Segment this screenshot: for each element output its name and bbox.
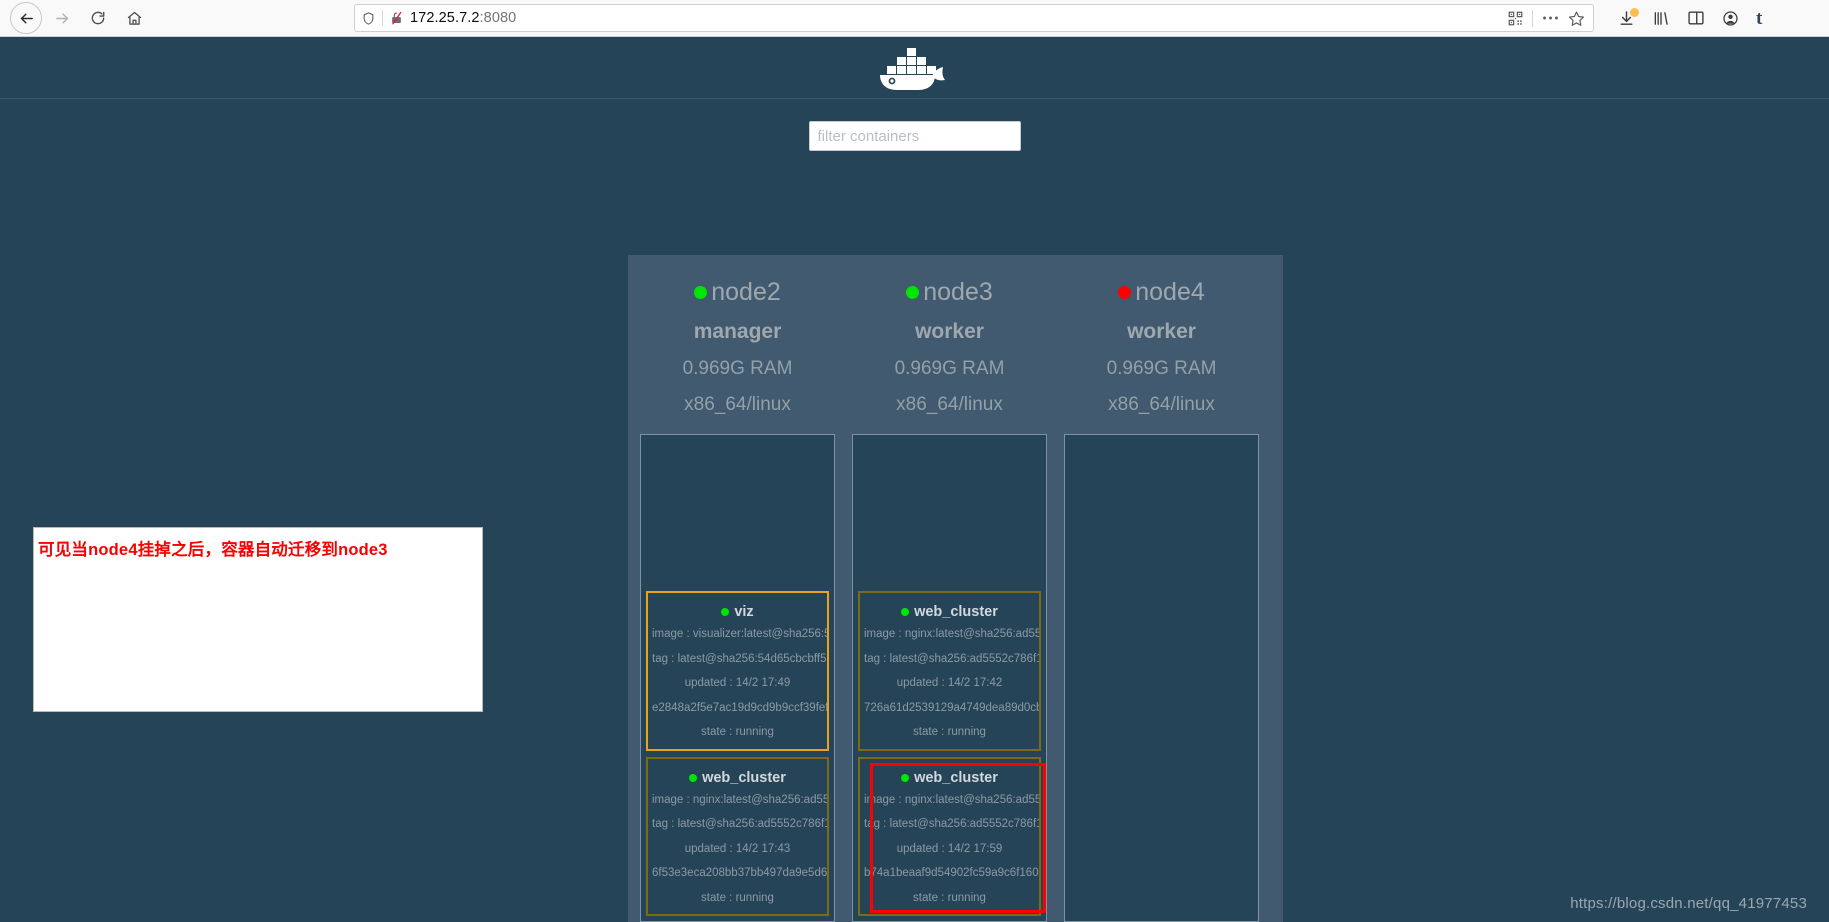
node-name-label: node4 <box>1135 277 1205 308</box>
account-icon[interactable] <box>1722 10 1739 27</box>
download-badge <box>1630 8 1639 17</box>
node-ram-label: 0.969G RAM <box>640 358 835 380</box>
container-updated-label: updated : 14/2 17:59 <box>864 844 1035 856</box>
container-name-label: viz <box>734 604 753 620</box>
qr-code-icon[interactable] <box>1508 11 1523 26</box>
reload-button[interactable] <box>82 2 114 34</box>
container-tag-label: tag : latest@sha256:ad5552c786f1 <box>864 654 1035 666</box>
shield-icon[interactable] <box>361 11 376 26</box>
url-icon-separator <box>1532 10 1533 27</box>
container-tag-label: tag : latest@sha256:54d65cbcbff52 <box>652 654 823 666</box>
swarm-dashboard: node2 manager 0.969G RAM x86_64/linux vi… <box>628 255 1283 922</box>
container-status-dot <box>901 774 909 782</box>
container-updated-label: updated : 14/2 17:42 <box>864 678 1035 690</box>
container-name-label: web_cluster <box>914 604 998 620</box>
downloads-icon[interactable] <box>1618 10 1635 27</box>
address-bar[interactable]: 172.25.7.2:8080 <box>354 4 1594 32</box>
browser-toolbar-right: t <box>1618 9 1766 28</box>
container-title-row: web_cluster <box>864 604 1035 620</box>
annotation-note-text: 可见当node4挂掉之后，容器自动迁移到node3 <box>34 528 482 560</box>
node-role-label: worker <box>852 320 1047 344</box>
node-ram-label: 0.969G RAM <box>852 358 1047 380</box>
container-card[interactable]: web_cluster image : nginx:latest@sha256:… <box>858 591 1041 751</box>
filter-containers-input[interactable] <box>809 121 1021 151</box>
node-status-dot <box>694 286 707 299</box>
node-role-label: worker <box>1064 320 1259 344</box>
url-separator <box>382 10 383 26</box>
container-name-label: web_cluster <box>702 770 786 786</box>
container-updated-label: updated : 14/2 17:43 <box>652 844 823 856</box>
node-name-label: node3 <box>923 277 993 308</box>
container-card[interactable]: web_cluster image : nginx:latest@sha256:… <box>646 757 829 917</box>
node-name-label: node2 <box>711 277 781 308</box>
node-container-list <box>1064 434 1259 922</box>
container-tag-label: tag : latest@sha256:ad5552c786f12 <box>652 819 823 831</box>
container-image-label: image : nginx:latest@sha256:ad555 <box>864 629 1035 641</box>
container-status-dot <box>901 608 909 616</box>
container-title-row: web_cluster <box>652 770 823 786</box>
bookmark-star-icon[interactable] <box>1568 10 1585 27</box>
container-state-label: state : running <box>864 727 1035 739</box>
container-title-row: web_cluster <box>864 770 1035 786</box>
watermark-text: https://blog.csdn.net/qq_41977453 <box>1570 895 1807 912</box>
container-id-label: b74a1beaaf9d54902fc59a9c6f160e <box>864 868 1035 880</box>
container-title-row: viz <box>652 604 823 620</box>
node-arch-label: x86_64/linux <box>1064 394 1259 416</box>
container-image-label: image : nginx:latest@sha256:ad555 <box>864 795 1035 807</box>
node-header: node4 worker 0.969G RAM x86_64/linux <box>1064 267 1259 416</box>
url-port: :8080 <box>480 10 517 26</box>
library-icon[interactable] <box>1652 10 1670 27</box>
container-state-label: state : running <box>652 727 823 739</box>
annotation-note-box: 可见当node4挂掉之后，容器自动迁移到node3 <box>33 527 483 712</box>
node-column-node3: node3 worker 0.969G RAM x86_64/linux web… <box>852 267 1047 922</box>
container-card[interactable]: viz image : visualizer:latest@sha256:5 t… <box>646 591 829 751</box>
node-container-list: viz image : visualizer:latest@sha256:5 t… <box>640 434 835 922</box>
container-image-label: image : nginx:latest@sha256:ad555 <box>652 795 823 807</box>
container-name-label: web_cluster <box>914 770 998 786</box>
docker-swarm-visualizer-page: node2 manager 0.969G RAM x86_64/linux vi… <box>0 37 1829 922</box>
container-updated-label: updated : 14/2 17:49 <box>652 678 823 690</box>
broken-lock-icon[interactable] <box>389 10 404 26</box>
tumblr-extension-icon[interactable]: t <box>1756 9 1762 28</box>
node-arch-label: x86_64/linux <box>852 394 1047 416</box>
container-id-label: 6f53e3eca208bb37bb497da9e5d68 <box>652 868 823 880</box>
node-status-dot <box>1118 286 1131 299</box>
node-ram-label: 0.969G RAM <box>1064 358 1259 380</box>
container-image-label: image : visualizer:latest@sha256:5 <box>652 629 823 641</box>
node-status-dot <box>906 286 919 299</box>
container-status-dot <box>721 608 729 616</box>
filter-row <box>0 99 1829 151</box>
forward-button[interactable] <box>46 2 78 34</box>
sidebar-icon[interactable] <box>1687 10 1705 26</box>
container-state-label: state : running <box>864 893 1035 905</box>
container-status-dot <box>689 774 697 782</box>
node-name-row: node4 <box>1064 277 1259 308</box>
node-header: node2 manager 0.969G RAM x86_64/linux <box>640 267 835 416</box>
page-actions-menu-icon[interactable] <box>1542 15 1559 21</box>
node-name-row: node3 <box>852 277 1047 308</box>
back-button[interactable] <box>10 2 42 34</box>
url-host: 172.25.7.2 <box>410 10 480 26</box>
app-header <box>0 37 1829 99</box>
container-state-label: state : running <box>652 893 823 905</box>
docker-whale-logo <box>876 44 954 92</box>
node-arch-label: x86_64/linux <box>640 394 835 416</box>
url-text[interactable]: 172.25.7.2:8080 <box>410 10 1502 26</box>
node-column-node2: node2 manager 0.969G RAM x86_64/linux vi… <box>640 267 835 922</box>
container-id-label: e2848a2f5e7ac19d9cd9b9ccf39fef1 <box>652 703 823 715</box>
home-button[interactable] <box>118 2 150 34</box>
container-tag-label: tag : latest@sha256:ad5552c786f1 <box>864 819 1035 831</box>
node-name-row: node2 <box>640 277 835 308</box>
node-header: node3 worker 0.969G RAM x86_64/linux <box>852 267 1047 416</box>
container-id-label: 726a61d2539129a4749dea89d0cb <box>864 703 1035 715</box>
container-card[interactable]: web_cluster image : nginx:latest@sha256:… <box>858 757 1041 917</box>
browser-toolbar: 172.25.7.2:8080 <box>0 0 1829 37</box>
node-role-label: manager <box>640 320 835 344</box>
node-column-node4: node4 worker 0.969G RAM x86_64/linux <box>1064 267 1259 922</box>
node-container-list: web_cluster image : nginx:latest@sha256:… <box>852 434 1047 922</box>
